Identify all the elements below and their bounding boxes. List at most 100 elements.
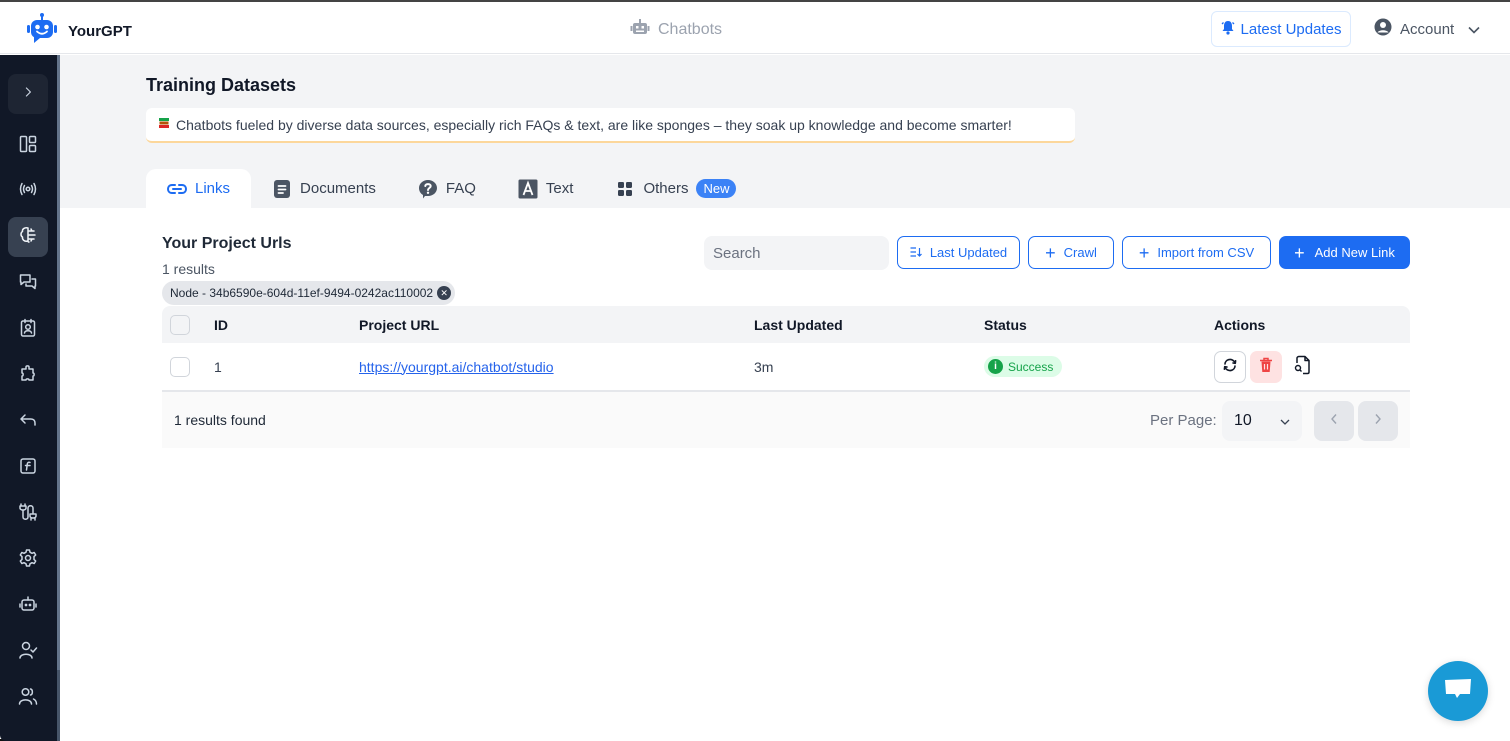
sidebar-expand-button[interactable] [8, 74, 48, 114]
tab-text[interactable]: Text [497, 169, 595, 208]
column-header-status[interactable]: Status [984, 306, 1027, 343]
search-input[interactable] [704, 236, 889, 270]
chat-support-button[interactable] [1428, 661, 1488, 721]
row-checkbox[interactable] [170, 356, 190, 377]
close-icon[interactable]: ✕ [437, 286, 452, 300]
yourgpt-logo-icon [24, 12, 60, 51]
gear-icon [18, 548, 38, 573]
info-tip-text: Chatbots fueled by diverse data sources,… [176, 116, 1012, 133]
sidebar-item-bot[interactable] [8, 586, 48, 626]
layout-dashboard-icon [18, 134, 38, 159]
users-icon [18, 686, 38, 711]
link-icon [167, 179, 187, 199]
chevron-left-icon [1330, 412, 1338, 430]
tab-others[interactable]: Others New [594, 169, 757, 208]
select-all-checkbox[interactable] [170, 314, 190, 335]
sidebar-item-integrations[interactable] [8, 171, 48, 211]
previous-page-button[interactable] [1314, 401, 1354, 441]
sidebar-item-training[interactable] [8, 217, 48, 257]
results-found-text: 1 results found [174, 412, 266, 428]
new-badge: New [696, 179, 737, 198]
bell-icon [1221, 20, 1235, 39]
tab-text-label: Text [545, 180, 574, 197]
tab-links[interactable]: Links [146, 169, 252, 208]
import-csv-button[interactable]: + Import from CSV [1122, 236, 1271, 269]
sidebar-item-functions[interactable] [8, 448, 48, 488]
app-window: YourGPT Chatbots Latest Updates Account [0, 0, 1510, 741]
broadcast-icon [18, 179, 38, 204]
column-header-last-updated[interactable]: Last Updated [754, 306, 843, 343]
tab-documents-label: Documents [300, 180, 376, 197]
robot-outline-icon [18, 594, 38, 619]
sidebar-item-connectors[interactable] [8, 494, 48, 534]
sidebar-item-contacts[interactable] [8, 310, 48, 350]
table-footer: 1 results found Per Page: 10 [162, 392, 1410, 448]
chevron-down-icon [1468, 21, 1480, 38]
latest-updates-button[interactable]: Latest Updates [1211, 11, 1351, 47]
account-menu[interactable]: Account [1374, 18, 1480, 40]
plus-icon: + [1138, 242, 1150, 263]
crawl-button-label: Crawl [1063, 245, 1097, 260]
section-title-text: Chatbots [658, 20, 723, 38]
sort-last-updated-button[interactable]: Last Updated [897, 236, 1020, 269]
page-header: Training Datasets Chatbots fueled by div… [60, 55, 1510, 208]
text-a-icon [518, 179, 538, 199]
chevron-right-icon [20, 84, 36, 105]
node-filter-chip: Node - 34b6590e-604d-11ef-9494-0242ac110… [162, 281, 456, 305]
sidebar-item-dashboard[interactable] [8, 126, 48, 166]
plug-icon [18, 502, 38, 527]
column-header-id[interactable]: ID [214, 306, 228, 343]
urls-table: ID Project URL Last Updated Status Actio… [162, 306, 1410, 448]
add-new-link-button[interactable]: + Add New Link [1279, 236, 1410, 269]
sidebar-item-team[interactable] [8, 678, 48, 718]
table-header: ID Project URL Last Updated Status Actio… [162, 306, 1410, 343]
sidebar-item-plugins[interactable] [8, 356, 48, 396]
trash-icon [1259, 357, 1273, 376]
tab-documents[interactable]: Documents [251, 169, 397, 208]
user-check-icon [18, 640, 38, 665]
puzzle-icon [18, 364, 38, 389]
sidebar-item-settings[interactable] [8, 540, 48, 580]
brand[interactable]: YourGPT [24, 12, 132, 51]
brain-icon [18, 225, 38, 250]
main-content: Training Datasets Chatbots fueled by div… [60, 55, 1510, 741]
per-page-value: 10 [1234, 412, 1252, 429]
next-page-button[interactable] [1358, 401, 1398, 441]
sidebar-item-user-check[interactable] [8, 632, 48, 672]
per-page-select[interactable]: 10 [1222, 401, 1302, 441]
results-count: 1 results [162, 261, 215, 277]
import-csv-button-label: Import from CSV [1157, 245, 1255, 260]
node-filter-chip-label: Node - 34b6590e-604d-11ef-9494-0242ac110… [170, 286, 434, 300]
chat-bubble-icon [1443, 677, 1473, 706]
add-new-link-button-label: Add New Link [1314, 245, 1395, 260]
brand-name: YourGPT [68, 23, 132, 40]
column-header-project-url[interactable]: Project URL [359, 306, 439, 343]
chevron-down-icon [1280, 412, 1290, 430]
sort-icon [910, 245, 922, 260]
view-content-button[interactable] [1286, 351, 1318, 383]
tab-links-label: Links [195, 180, 231, 197]
status-badge-label: Success [1008, 359, 1054, 374]
contact-card-icon [18, 318, 38, 343]
robot-icon [630, 18, 650, 41]
user-circle-icon [1374, 18, 1392, 40]
question-bubble-icon [418, 179, 438, 199]
plus-icon: + [1045, 242, 1056, 263]
refresh-button[interactable] [1214, 350, 1246, 383]
delete-button[interactable] [1250, 350, 1282, 383]
sidebar-item-back[interactable] [8, 402, 48, 442]
plus-icon: + [1294, 242, 1305, 263]
crawl-button[interactable]: + Crawl [1028, 236, 1114, 269]
document-icon [272, 179, 292, 199]
account-label: Account [1400, 20, 1455, 38]
project-url-link[interactable]: https://yourgpt.ai/chatbot/studio [359, 359, 554, 375]
undo-arrow-icon [18, 410, 38, 435]
status-badge: i Success [984, 356, 1063, 377]
chevron-right-icon [1374, 412, 1382, 430]
refresh-icon [1222, 357, 1238, 376]
tab-faq-label: FAQ [445, 180, 476, 197]
info-tip: Chatbots fueled by diverse data sources,… [146, 108, 1075, 143]
tab-faq[interactable]: FAQ [397, 169, 497, 208]
column-header-actions: Actions [1214, 316, 1266, 333]
sidebar-item-conversations[interactable] [8, 264, 48, 304]
